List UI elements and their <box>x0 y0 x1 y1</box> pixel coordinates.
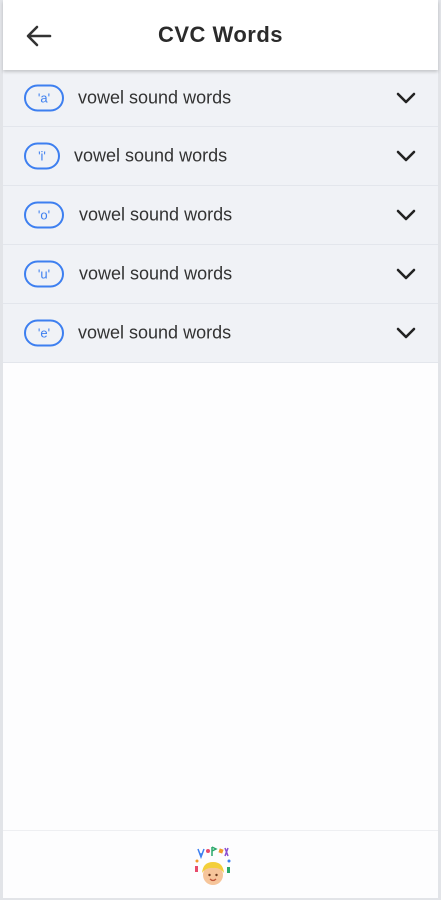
chevron-down-icon[interactable] <box>394 86 418 110</box>
vowel-badge: 'o' <box>24 201 64 229</box>
page-title: CVC Words <box>157 22 284 47</box>
chevron-down-icon[interactable] <box>394 203 418 227</box>
chevron-down-icon[interactable] <box>394 144 418 168</box>
chevron-down-icon[interactable] <box>394 321 418 345</box>
vowel-group-label: vowel sound words <box>79 204 233 225</box>
vowel-group-o[interactable]: 'o' vowel sound words <box>3 186 438 245</box>
footer <box>3 830 438 898</box>
app-bar: CVC Words <box>3 0 438 70</box>
vowel-badge: 'i' <box>24 142 60 170</box>
vowel-group-list: 'a' vowel sound words 'i' vowel sound wo… <box>3 70 438 363</box>
vowel-group-a[interactable]: 'a' vowel sound words <box>3 70 438 127</box>
vowel-group-i[interactable]: 'i' vowel sound words <box>3 127 438 186</box>
vowel-group-label: vowel sound words <box>78 87 232 108</box>
vowel-group-e[interactable]: 'e' vowel sound words <box>3 304 438 363</box>
vowel-group-u[interactable]: 'u' vowel sound words <box>3 245 438 304</box>
vowel-badge: 'u' <box>24 260 64 288</box>
vowel-badge: 'e' <box>24 319 64 347</box>
kid-learning-logo <box>195 846 231 885</box>
chevron-down-icon[interactable] <box>394 262 418 286</box>
vowel-badge: 'a' <box>24 84 64 112</box>
vowel-group-label: vowel sound words <box>79 263 233 284</box>
vowel-group-label: vowel sound words <box>78 322 232 343</box>
vowel-group-label: vowel sound words <box>74 145 228 166</box>
